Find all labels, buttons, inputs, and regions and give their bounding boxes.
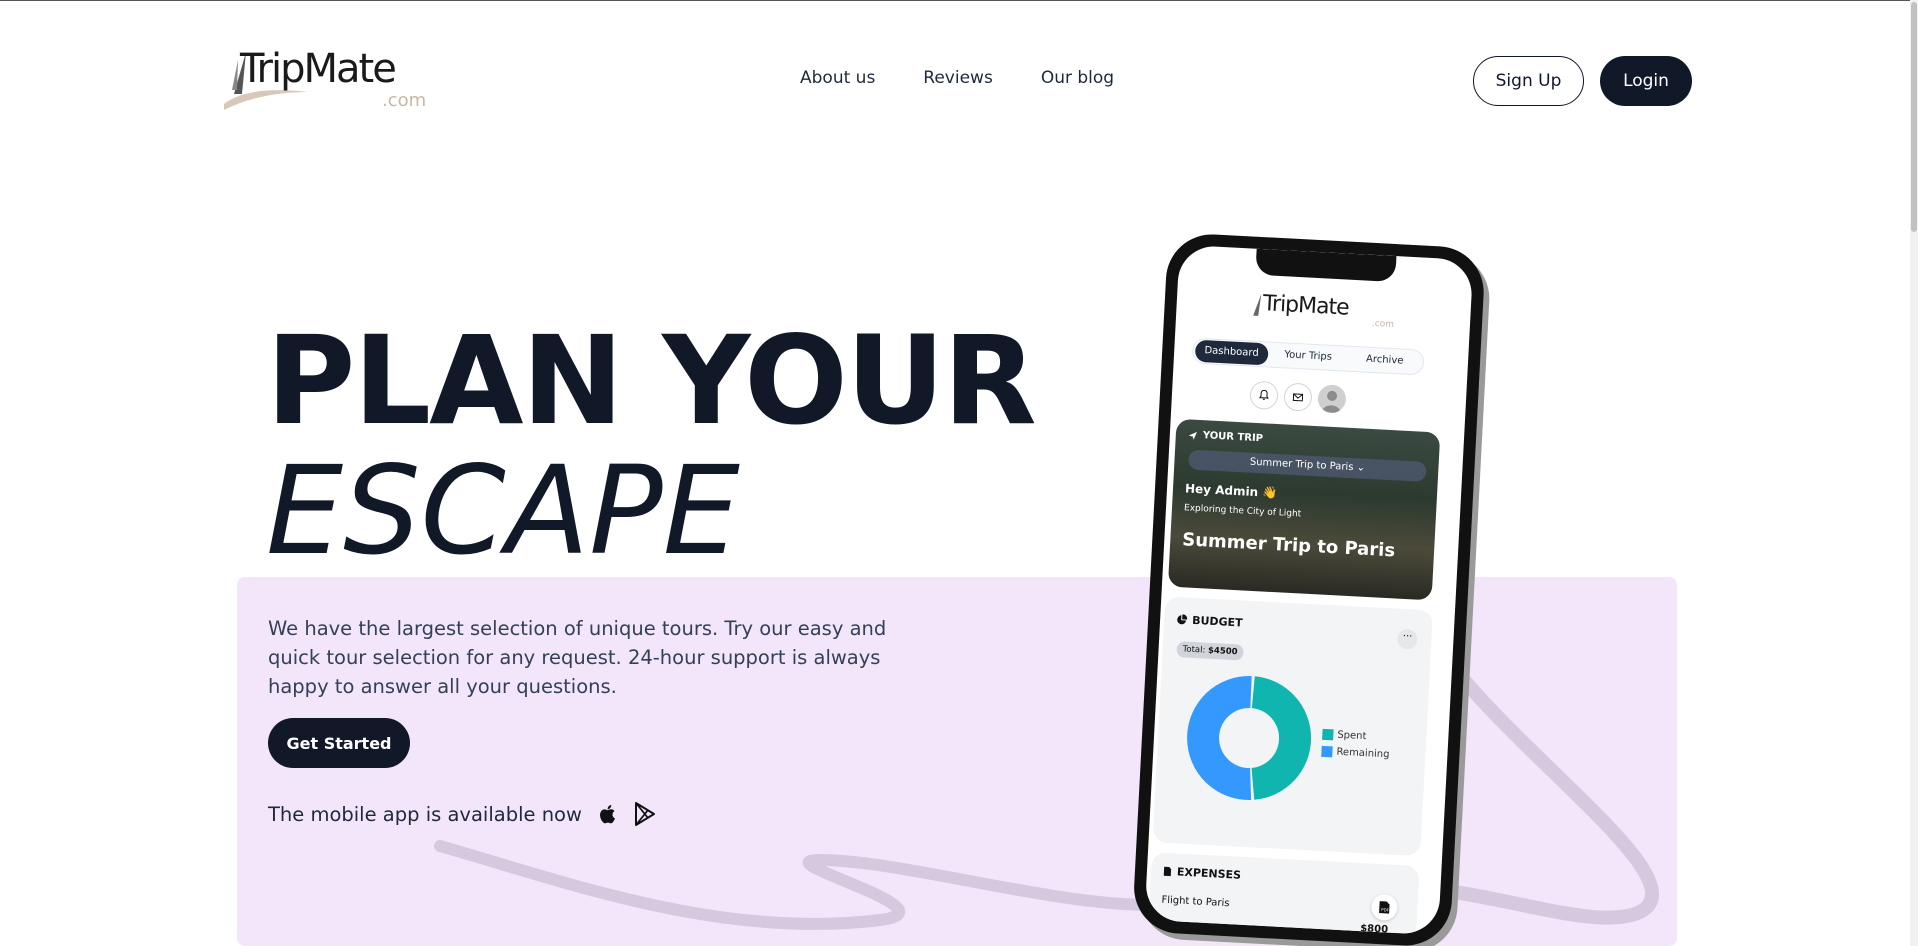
legend-item-spent: Spent (1322, 728, 1391, 744)
phone-screen: TripMate .com Dashboard Your Trips Archi… (1144, 244, 1474, 936)
bell-icon[interactable] (1249, 380, 1279, 411)
site-logo[interactable]: TripMate .com (222, 46, 432, 116)
phone-budget-total-label: Total: (1182, 644, 1206, 656)
logo-suffix: .com (382, 90, 427, 111)
phone-trip-name: Summer Trip to Paris (1181, 529, 1396, 562)
budget-donut-chart (1187, 676, 1311, 800)
legend-item-remaining: Remaining (1321, 745, 1390, 761)
google-play-icon[interactable] (634, 802, 656, 826)
hero-title-line1: PLAN YOUR (266, 310, 1037, 452)
phone-greeting: Hey Admin 👋 (1185, 481, 1278, 500)
apple-icon[interactable] (598, 803, 618, 825)
login-button[interactable]: Login (1600, 56, 1692, 106)
phone-trip-section-title: YOUR TRIP (1202, 430, 1264, 445)
phone-greeting-text: Hey Admin (1184, 481, 1259, 500)
avatar[interactable] (1317, 384, 1347, 414)
phone-trip-card: YOUR TRIP Summer Trip to Paris ⌄ Hey Adm… (1167, 418, 1441, 601)
phone-trip-header: YOUR TRIP (1188, 429, 1264, 445)
wave-icon: 👋 (1261, 485, 1278, 501)
phone-mockup: TripMate .com Dashboard Your Trips Archi… (1131, 232, 1486, 946)
chevron-down-icon: ⌄ (1356, 462, 1366, 474)
page-scrollbar[interactable] (1910, 0, 1918, 946)
legend-swatch-remaining (1321, 745, 1333, 758)
receipt-icon (1163, 866, 1172, 877)
phone-tab-your-trips[interactable]: Your Trips (1271, 344, 1345, 370)
phone-subtitle: Exploring the City of Light (1183, 503, 1302, 520)
phone-tab-archive[interactable]: Archive (1348, 348, 1422, 374)
phone-expense-item: Flight to Paris (1161, 894, 1230, 910)
legend-swatch-spent (1322, 728, 1334, 741)
pdf-icon[interactable]: PDF (1370, 893, 1399, 921)
phone-header-icons (1249, 380, 1347, 414)
phone-budget-card: BUDGET ··· Total: $4500 Spent Remaining (1152, 596, 1433, 857)
scrollbar-thumb[interactable] (1911, 2, 1917, 232)
pie-chart-icon (1177, 614, 1188, 625)
hero-title-line2: ESCAPE (266, 440, 740, 582)
top-border (0, 0, 1918, 1)
logo-text: TripMate (240, 46, 397, 92)
phone-budget-total: Total: $4500 (1176, 641, 1244, 661)
svg-text:PDF: PDF (1381, 907, 1390, 912)
phone-expenses-title: EXPENSES (1176, 865, 1242, 882)
get-started-button[interactable]: Get Started (268, 718, 410, 768)
phone-tab-dashboard[interactable]: Dashboard (1194, 339, 1269, 366)
more-icon[interactable]: ··· (1396, 628, 1418, 650)
nav-our-blog[interactable]: Our blog (1041, 68, 1114, 88)
donut-slice-remaining (1187, 676, 1252, 800)
mail-icon[interactable] (1283, 382, 1313, 412)
main-nav: About us Reviews Our blog (800, 68, 1114, 88)
phone-device: TripMate .com Dashboard Your Trips Archi… (1122, 224, 1499, 946)
phone-budget-title: BUDGET (1191, 613, 1243, 630)
phone-budget-header: BUDGET (1176, 613, 1243, 630)
legend-label-remaining: Remaining (1336, 746, 1390, 761)
phone-expenses-header: EXPENSES (1163, 865, 1242, 882)
phone-trip-select-value: Summer Trip to Paris (1249, 456, 1354, 474)
paper-plane-icon (1188, 431, 1198, 440)
phone-logo-text: TripMate (1262, 291, 1350, 321)
signup-button[interactable]: Sign Up (1473, 56, 1584, 106)
phone-logo-suffix: .com (1371, 318, 1395, 331)
app-availability: The mobile app is available now (268, 802, 656, 826)
nav-about-us[interactable]: About us (800, 68, 875, 88)
budget-legend: Spent Remaining (1321, 728, 1391, 767)
legend-label-spent: Spent (1337, 729, 1367, 743)
phone-budget-total-value: $4500 (1207, 645, 1238, 658)
app-availability-text: The mobile app is available now (268, 802, 582, 826)
phone-trip-select[interactable]: Summer Trip to Paris ⌄ (1188, 449, 1427, 482)
phone-tabs: Dashboard Your Trips Archive (1191, 337, 1425, 376)
nav-reviews[interactable]: Reviews (923, 68, 993, 88)
donut-slice-spent (1251, 676, 1311, 800)
hero-description: We have the largest selection of unique … (268, 617, 887, 698)
